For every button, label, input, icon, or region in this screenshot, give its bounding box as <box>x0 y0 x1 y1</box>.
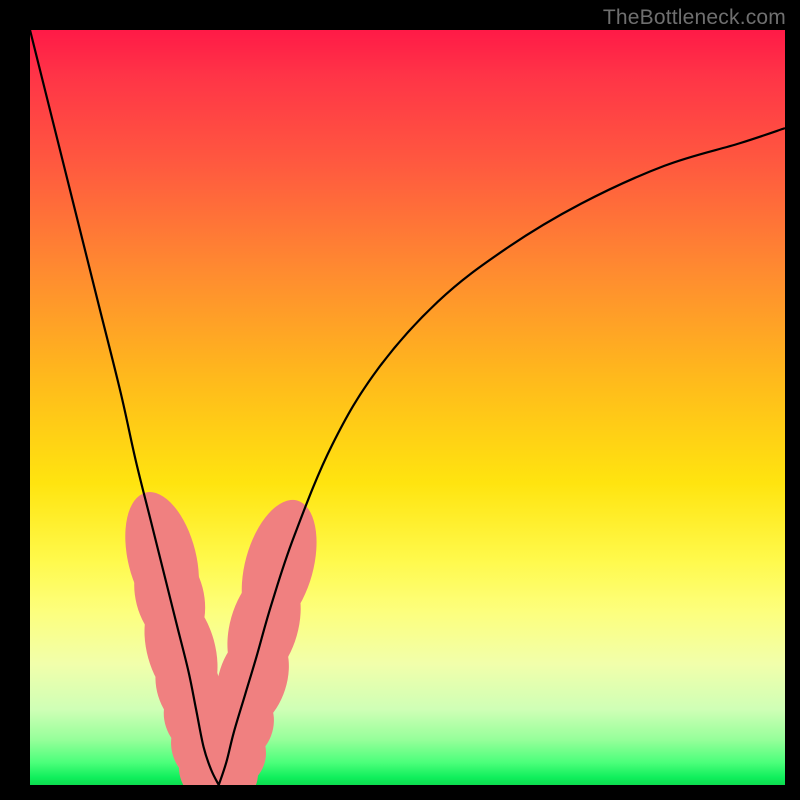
chart-frame: TheBottleneck.com <box>0 0 800 800</box>
watermark-text: TheBottleneck.com <box>603 6 786 30</box>
plot-area <box>30 30 785 785</box>
right-branch-curve <box>219 128 785 785</box>
curve-svg <box>30 30 785 785</box>
